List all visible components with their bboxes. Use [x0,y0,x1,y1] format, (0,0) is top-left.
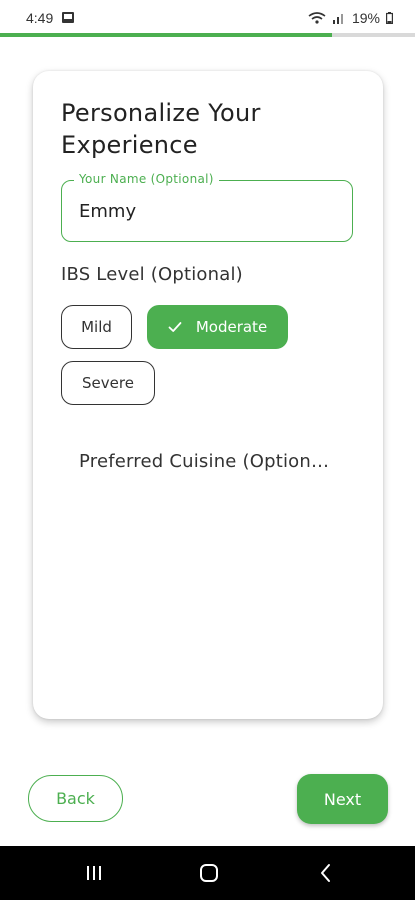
chip-moderate[interactable]: Moderate [147,305,288,349]
battery-percent: 19% [351,10,380,26]
wifi-icon [308,12,326,24]
ibs-level-label: IBS Level (Optional) [61,264,243,285]
home-icon[interactable] [197,861,221,885]
status-time: 4:49 [26,10,54,26]
next-button[interactable]: Next [297,774,388,824]
preferred-cuisine-dropdown[interactable]: Preferred Cuisine (Option… [79,451,341,472]
progress-fill [0,33,332,37]
chip-severe-label: Severe [82,374,134,392]
name-field-value: Emmy [79,201,137,222]
status-indicators: 19% [308,10,393,26]
name-field-label: Your Name (Optional) [74,172,219,186]
personalize-card: Personalize Your Experience Your Name (O… [33,71,383,719]
status-bar: 4:49 19% [0,0,415,34]
chip-severe[interactable]: Severe [61,361,155,405]
image-icon [62,12,74,23]
battery-icon [386,12,393,24]
check-icon [168,320,182,334]
chip-mild-label: Mild [81,318,112,336]
next-button-label: Next [323,789,362,809]
page-title: Personalize Your Experience [61,99,261,159]
back-arrow-icon[interactable] [314,861,338,885]
recents-icon[interactable] [82,861,106,885]
name-field[interactable]: Your Name (Optional) Emmy [61,172,353,242]
back-button[interactable]: Back [28,775,123,822]
signal-icon [332,12,346,24]
chip-moderate-label: Moderate [195,318,268,336]
chip-mild[interactable]: Mild [61,305,132,349]
back-button-label: Back [56,789,95,808]
system-nav-bar [0,846,415,900]
screen: 4:49 19% Personalize Your Experience You… [0,0,415,900]
progress-bar [0,33,415,37]
